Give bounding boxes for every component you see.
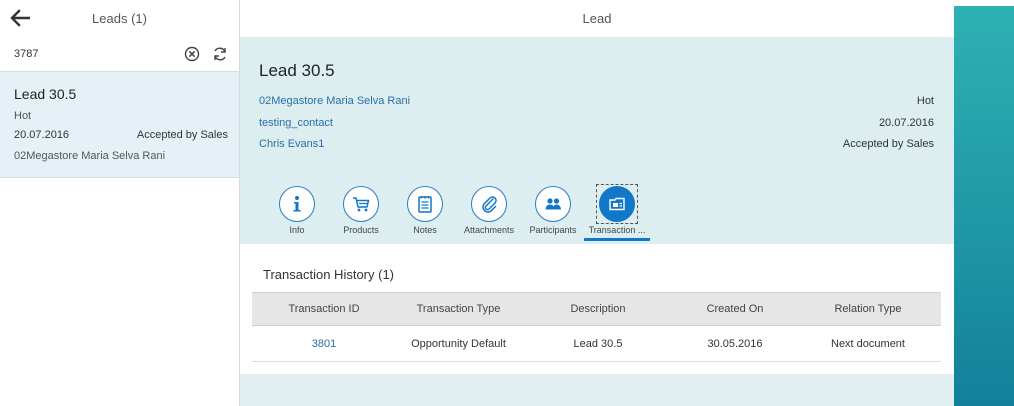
- list-item-account: 02Megastore Maria Selva Rani: [14, 150, 166, 162]
- owner-link[interactable]: Chris Evans1: [259, 138, 324, 150]
- column-header-description: Description: [570, 303, 626, 315]
- cart-icon: [353, 197, 370, 212]
- object-title: Lead 30.5: [259, 61, 335, 80]
- master-header: Leads (1): [0, 0, 239, 36]
- contact-link[interactable]: testing_contact: [259, 117, 333, 129]
- cell-description: Lead 30.5: [573, 337, 623, 350]
- column-header-relation-type: Relation Type: [834, 303, 902, 315]
- cell-transaction-type: Opportunity Default: [411, 337, 506, 350]
- refresh-button[interactable]: [212, 46, 228, 62]
- table-row[interactable]: 3801 Opportunity Default Lead 30.5 30.05…: [252, 326, 941, 362]
- tab-info[interactable]: Info: [264, 184, 330, 242]
- master-panel: Leads (1) Lead 30.5 Hot 20.07.2016 Accep…: [0, 0, 240, 406]
- search-bar: [0, 36, 240, 72]
- transaction-history-section: Transaction History (1) Transaction ID T…: [240, 244, 954, 374]
- list-item-date: 20.07.2016: [14, 129, 70, 141]
- column-header-created-on: Created On: [706, 303, 764, 315]
- tab-transaction-history-label: Transaction ...: [588, 225, 646, 235]
- list-item-state: Accepted by Sales: [136, 129, 228, 141]
- table-header-row: Transaction ID Transaction Type Descript…: [252, 292, 941, 326]
- column-header-transaction-id: Transaction ID: [288, 303, 360, 315]
- lead-state: Accepted by Sales: [842, 138, 934, 150]
- tab-attachments[interactable]: Attachments: [456, 184, 522, 242]
- paperclip-icon: [482, 196, 497, 213]
- tab-notes[interactable]: Notes: [392, 184, 458, 242]
- account-link[interactable]: 02Megastore Maria Selva Rani: [259, 95, 410, 107]
- clear-icon: [184, 46, 200, 62]
- object-header: Lead 30.5 02Megastore Maria Selva Rani t…: [240, 37, 954, 244]
- priority-status: Hot: [916, 95, 934, 107]
- list-item[interactable]: Lead 30.5 Hot 20.07.2016 Accepted by Sal…: [0, 72, 239, 178]
- background-teal-strip: [954, 6, 1014, 406]
- detail-header: Lead: [240, 0, 954, 37]
- transaction-table: Transaction ID Transaction Type Descript…: [252, 292, 941, 362]
- people-icon: [545, 198, 561, 210]
- lead-date: 20.07.2016: [878, 117, 934, 129]
- clear-search-button[interactable]: [184, 46, 200, 62]
- tab-participants[interactable]: Participants: [520, 184, 586, 242]
- cell-created-on: 30.05.2016: [707, 337, 763, 350]
- master-title: Leads (1): [92, 11, 147, 26]
- section-title: Transaction History (1): [263, 267, 394, 282]
- transaction-icon: [609, 197, 625, 211]
- tab-transaction-history[interactable]: Transaction ...: [584, 184, 650, 242]
- detail-title: Lead: [582, 11, 612, 26]
- transaction-id-link[interactable]: 3801: [312, 338, 336, 350]
- cell-transaction-id: 3801: [252, 326, 396, 361]
- refresh-icon: [214, 47, 226, 61]
- info-icon: [293, 196, 301, 212]
- search-input[interactable]: [4, 40, 240, 68]
- list-item-title: Lead 30.5: [14, 86, 77, 102]
- notes-icon: [418, 196, 432, 213]
- column-header-transaction-type: Transaction Type: [416, 303, 501, 315]
- active-tab-indicator: [584, 238, 650, 241]
- list-item-status: Hot: [14, 110, 32, 122]
- cell-relation-type: Next document: [831, 337, 905, 350]
- detail-panel: Lead Lead 30.5 02Megastore Maria Selva R…: [240, 0, 954, 406]
- tab-products[interactable]: Products: [328, 184, 394, 242]
